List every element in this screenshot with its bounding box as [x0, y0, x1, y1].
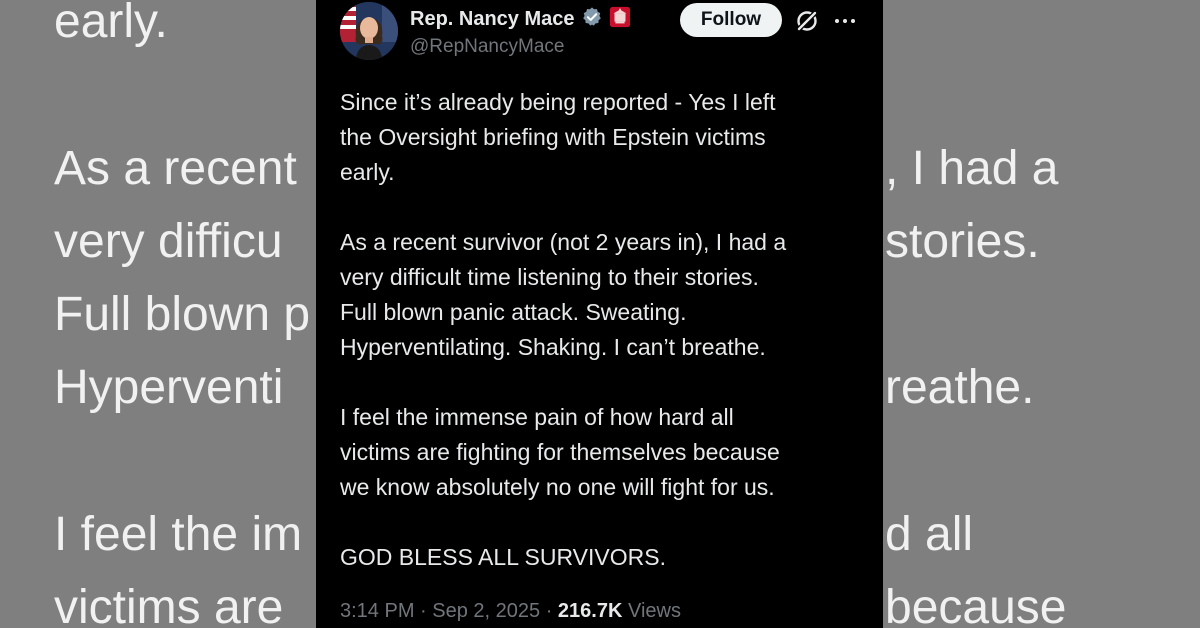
bg-text-line: , I had a	[885, 142, 1059, 195]
tweet-paragraph: I feel the immense pain of how hard all …	[340, 404, 780, 500]
meta-separator: ·	[545, 600, 558, 622]
verified-badge-icon	[581, 6, 603, 33]
tweet-meta: 3:14 PM · Sep 2, 2025 · 216.7K Views	[340, 600, 681, 623]
bg-text-line: reathe.	[885, 361, 1035, 414]
bg-text-line: As a recent	[54, 142, 297, 195]
bg-text-line: early.	[54, 0, 168, 48]
follow-button[interactable]: Follow	[680, 3, 782, 37]
author-handle[interactable]: @RepNancyMace	[410, 36, 564, 58]
meta-separator: ·	[420, 600, 433, 622]
tweet-paragraph: As a recent survivor (not 2 years in), I…	[340, 229, 787, 360]
avatar[interactable]	[340, 2, 398, 60]
bg-text-line: victims are	[54, 581, 284, 628]
tweet-paragraph: Since it’s already being reported - Yes …	[340, 89, 776, 185]
bg-text-line: Hyperventi	[54, 361, 284, 414]
tweet-paragraph: GOD BLESS ALL SURVIVORS.	[340, 544, 666, 570]
bg-text-line: very difficu	[54, 215, 283, 268]
bg-text-line: because	[885, 581, 1067, 628]
author-name[interactable]: Rep. Nancy Mace	[410, 8, 575, 31]
avatar-image	[340, 2, 398, 60]
tweet-text: Since it’s already being reported - Yes …	[340, 85, 860, 610]
government-seal-icon	[609, 6, 631, 33]
views-count: 216.7K	[557, 600, 623, 622]
tweet-time[interactable]: 3:14 PM	[340, 600, 414, 622]
bg-text-line: d all	[885, 508, 974, 561]
more-options-icon[interactable]	[832, 8, 858, 34]
views-label: Views	[627, 600, 681, 622]
bg-text-line: Full blown p	[54, 288, 311, 341]
bg-text-line: I feel the im	[54, 508, 303, 561]
author-name-row: Rep. Nancy Mace	[410, 6, 631, 33]
grok-icon[interactable]	[794, 8, 820, 34]
tweet-date[interactable]: Sep 2, 2025	[432, 600, 540, 622]
bg-text-line: stories.	[885, 215, 1040, 268]
tweet-card: Rep. Nancy Mace @RepNancyMace Follow Sin…	[316, 0, 883, 628]
